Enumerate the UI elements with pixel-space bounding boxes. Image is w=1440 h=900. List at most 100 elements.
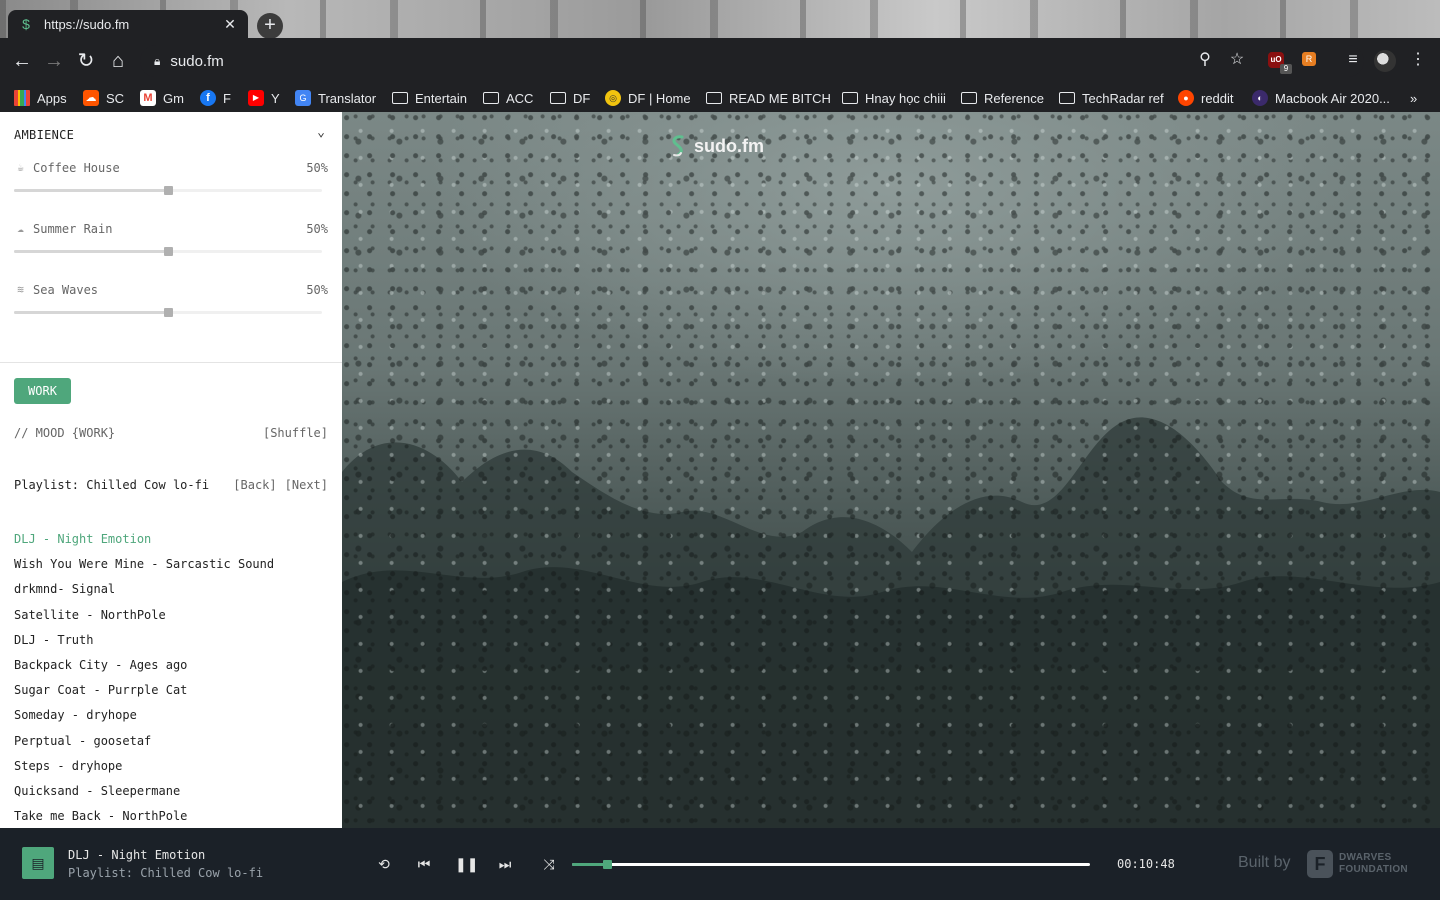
ambience-percent: 50%	[306, 222, 328, 236]
slider-thumb[interactable]	[164, 186, 173, 195]
sudo-logo-icon	[672, 135, 684, 157]
address-bar[interactable]: 🔒︎ sudo.fm	[140, 45, 1364, 77]
ambience-summer-rain: ☁ Summer Rain 50%	[14, 222, 328, 262]
close-tab-icon[interactable]: ✕	[222, 16, 238, 32]
playlist-cover-icon[interactable]: ▤	[22, 847, 54, 879]
slider-thumb[interactable]	[164, 247, 173, 256]
track-item[interactable]: Satellite - NorthPole	[14, 608, 334, 633]
track-item[interactable]: Wish You Were Mine - Sarcastic Sound	[14, 557, 334, 582]
brand-name: sudo.fm	[694, 135, 764, 156]
bookmark-apps[interactable]: Apps	[14, 88, 67, 108]
bookmarks-overflow-chevron-icon[interactable]: »	[1410, 88, 1417, 108]
slider-fill	[14, 311, 168, 314]
volume-slider[interactable]	[14, 308, 322, 317]
previous-track-icon[interactable]: ⏮︎	[414, 854, 434, 874]
bookmark-reddit[interactable]: ● reddit	[1178, 88, 1234, 108]
youtube-icon: ▶	[248, 90, 264, 106]
media-control-icon[interactable]: ≡	[1342, 49, 1364, 71]
mood-work-button[interactable]: WORK	[14, 378, 71, 404]
bookmark-translator[interactable]: G Translator	[295, 88, 376, 108]
track-item[interactable]: Steps - dryhope	[14, 759, 334, 784]
track-item[interactable]: Quicksand - Sleepermane	[14, 784, 334, 809]
ambience-percent: 50%	[306, 283, 328, 297]
df-site-icon: ◎	[605, 90, 621, 106]
browser-tab[interactable]: $ https://sudo.fm ✕	[8, 10, 248, 38]
gmail-icon: M	[140, 90, 156, 106]
track-item[interactable]: DLJ - Truth	[14, 633, 334, 658]
track-item[interactable]: DLJ - Night Emotion	[14, 532, 334, 557]
sidebar: AMBIENCE ⌄ ☕︎ Coffee House 50% ☁ Summer …	[0, 112, 342, 828]
apps-grid-icon	[14, 90, 30, 106]
profile-avatar[interactable]	[1374, 50, 1396, 72]
chevron-down-icon[interactable]: ⌄	[314, 126, 328, 140]
track-item[interactable]: Perptual - goosetaf	[14, 734, 334, 759]
ambience-sea-waves: ≋ Sea Waves 50%	[14, 283, 328, 323]
track-list: DLJ - Night Emotion Wish You Were Mine -…	[14, 532, 334, 828]
playlist-back-button[interactable]: [Back]	[233, 478, 276, 492]
bookmark-sc[interactable]: ☁ SC	[83, 88, 124, 108]
bookmark-df-home[interactable]: ◎ DF | Home	[605, 88, 691, 108]
bookmark-hnay[interactable]: Hnay học chiii	[842, 88, 946, 108]
playlist-nav: [Back] [Next]	[225, 478, 328, 492]
bookmark-read-me[interactable]: READ ME BITCH	[706, 88, 831, 108]
home-icon[interactable]: ⌂	[106, 49, 130, 73]
dwarves-foundation-logo[interactable]: F	[1307, 850, 1333, 878]
mood-label: // MOOD {WORK}	[14, 426, 116, 440]
bookmark-df[interactable]: DF	[550, 88, 590, 108]
back-arrow-icon[interactable]: ←	[10, 49, 34, 73]
ambience-header[interactable]: AMBIENCE	[14, 128, 328, 142]
forward-arrow-icon[interactable]: →	[42, 49, 66, 73]
lock-icon: 🔒︎	[154, 53, 161, 68]
extension-icon[interactable]: R	[1302, 52, 1316, 66]
progress-bar[interactable]	[572, 860, 1090, 869]
org-line-2: FOUNDATION	[1339, 864, 1408, 875]
shuffle-button[interactable]: [Shuffle]	[263, 426, 328, 440]
slider-fill	[14, 250, 168, 253]
browser-toolbar: ← → ↻ ⌂ 🔒︎ sudo.fm ⚲ ☆ uO 9 R ≡ ⋮	[0, 38, 1440, 84]
bookmark-star-icon[interactable]: ☆	[1226, 49, 1248, 71]
folder-icon	[550, 92, 566, 104]
slider-thumb[interactable]	[164, 308, 173, 317]
url-text: sudo.fm	[170, 52, 224, 70]
track-item[interactable]: Backpack City - Ages ago	[14, 658, 334, 683]
bookmark-y[interactable]: ▶ Y	[248, 88, 280, 108]
repeat-icon[interactable]: ⟲	[374, 854, 394, 874]
tab-title: https://sudo.fm	[44, 16, 130, 32]
slider-fill	[14, 189, 168, 192]
bookmark-entertain[interactable]: Entertain	[392, 88, 467, 108]
bookmark-f[interactable]: fF	[200, 88, 231, 108]
reload-icon[interactable]: ↻	[74, 49, 98, 73]
sudo-fm-logo[interactable]: sudo.fm	[668, 134, 764, 158]
bookmark-macbook[interactable]: ◐ Macbook Air 2020...	[1252, 88, 1390, 108]
bookmark-gm[interactable]: M Gm	[140, 88, 184, 108]
built-by-label: Built by	[1238, 854, 1291, 871]
progress-knob[interactable]	[602, 860, 612, 869]
volume-slider[interactable]	[14, 247, 322, 256]
bookmarks-bar: Apps ☁ SC M Gm fF ▶ Y G Translator Entertain…	[0, 84, 1440, 112]
bookmark-reference[interactable]: Reference	[961, 88, 1044, 108]
extension-badge: 9	[1280, 64, 1292, 74]
bookmark-techradar[interactable]: TechRadar ref	[1059, 88, 1164, 108]
track-item[interactable]: drkmnd- Signal	[14, 582, 334, 607]
folder-icon	[706, 92, 722, 104]
folder-icon	[842, 92, 858, 104]
elapsed-time: 00:10:48	[1117, 857, 1175, 871]
raindrops-overlay	[342, 112, 1440, 828]
track-item[interactable]: Take me Back - NorthPole	[14, 809, 334, 828]
waves-icon: ≋	[17, 283, 24, 296]
org-line-1: DWARVES	[1339, 852, 1392, 863]
track-item[interactable]: Sugar Coat - Purrple Cat	[14, 683, 334, 708]
ambience-coffee-house: ☕︎ Coffee House 50%	[14, 161, 328, 201]
bookmark-acc[interactable]: ACC	[483, 88, 533, 108]
new-tab-button[interactable]: +	[257, 13, 283, 38]
shuffle-icon[interactable]: ⤨	[539, 854, 559, 874]
menu-kebab-icon[interactable]: ⋮	[1407, 49, 1429, 71]
track-item[interactable]: Someday - dryhope	[14, 708, 334, 733]
rain-background-image: sudo.fm	[342, 112, 1440, 828]
playlist-next-button[interactable]: [Next]	[285, 478, 328, 492]
volume-slider[interactable]	[14, 186, 322, 195]
ambience-name: Summer Rain	[33, 222, 113, 236]
next-track-icon[interactable]: ⏭︎	[495, 854, 515, 874]
pause-icon[interactable]: ❚❚	[455, 854, 478, 874]
zoom-icon[interactable]: ⚲	[1194, 49, 1216, 71]
